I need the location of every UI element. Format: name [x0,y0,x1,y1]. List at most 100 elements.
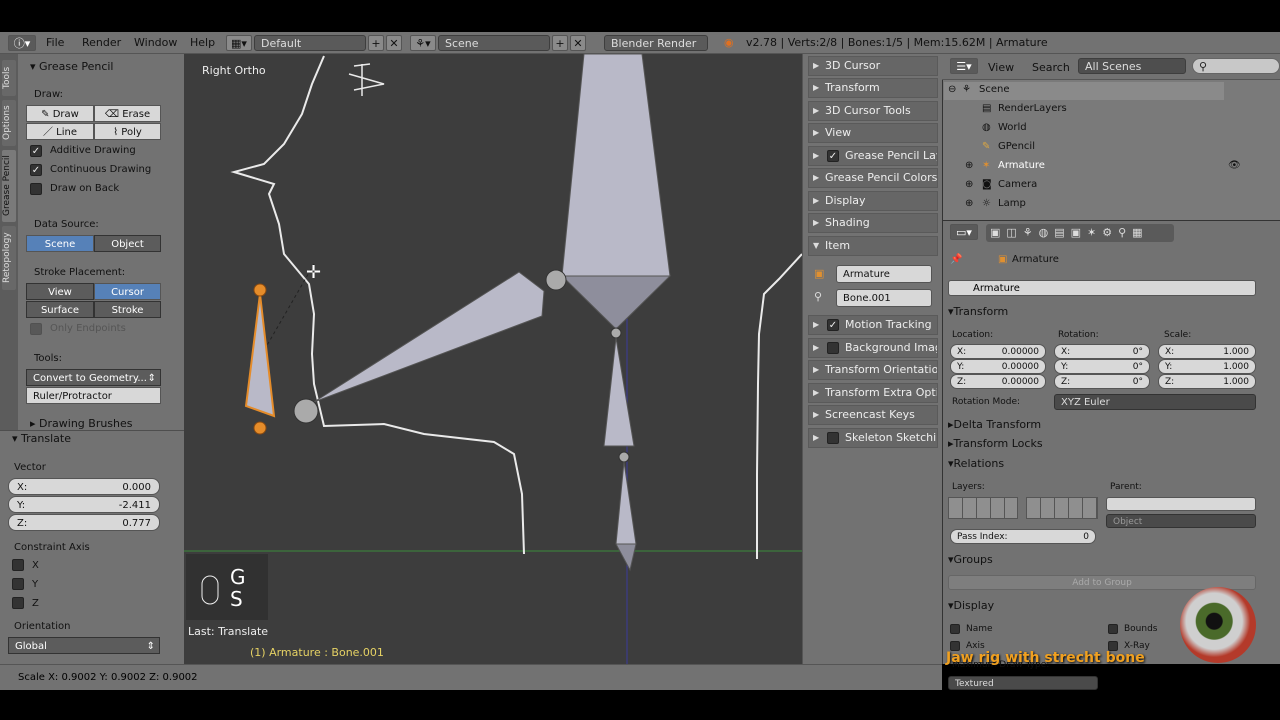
add-scene-icon[interactable]: + [552,35,568,51]
grease-pencil-header[interactable]: ▾ Grease Pencil [30,60,113,73]
rotation-y-field[interactable]: Y: 0° [1054,359,1150,374]
outliner-gpencil-label[interactable]: GPencil [998,141,1035,152]
scale-x-field[interactable]: X: 1.000 [1158,344,1256,359]
npanel-3d-cursor[interactable]: ▶ 3D Cursor [808,56,938,76]
rotation-x-field[interactable]: X: 0° [1054,344,1150,359]
npanel-transform-extra[interactable]: ▶ Transform Extra Options [808,383,938,403]
drawing-brushes-header[interactable]: ▸ Drawing Brushes [30,417,133,430]
npanel-grease-pencil-colors[interactable]: ▶ Grease Pencil Colors [808,168,938,188]
parent-field[interactable] [1106,497,1256,511]
menu-file[interactable]: File [46,34,64,52]
max-draw-type-dropdown[interactable]: Textured [948,676,1098,690]
tab-grease-pencil[interactable]: Grease Pencil [2,150,16,222]
placement-stroke-button[interactable]: Stroke [94,301,161,318]
npanel-screencast-keys[interactable]: ▶ Screencast Keys [808,405,938,425]
ruler-protractor-button[interactable]: Ruler/Protractor [26,387,161,404]
name-checkbox[interactable] [950,624,960,634]
bone-name-field[interactable]: Bone.001 [836,289,932,307]
line-button[interactable]: ／ Line [26,123,94,140]
expand-icon[interactable]: ⊕ [965,160,973,171]
rotation-mode-dropdown[interactable]: XYZ Euler [1054,394,1256,410]
transform-locks-header[interactable]: ▸Transform Locks [948,437,1260,454]
npanel-grease-pencil-layers[interactable]: ▶ ✓ Grease Pencil Lay [808,146,938,166]
vector-x-field[interactable]: X: 0.000 [8,478,160,495]
npanel-transform[interactable]: ▶ Transform [808,78,938,98]
groups-header[interactable]: ▾Groups [948,553,1260,570]
tab-tools[interactable]: Tools [2,60,16,96]
scale-y-field[interactable]: Y: 1.000 [1158,359,1256,374]
npanel-item[interactable]: ▼ Item [808,236,938,256]
properties-context-tabs[interactable]: ▣◫⚘◍▤▣✶⚙⚲▦ [986,224,1174,242]
scale-z-field[interactable]: Z: 1.000 [1158,374,1256,389]
npanel-transform-orientation[interactable]: ▶ Transform Orientation [808,360,938,380]
add-screen-icon[interactable]: + [368,35,384,51]
outliner-filter-dropdown[interactable]: All Scenes [1078,58,1186,74]
convert-geometry-dropdown[interactable]: Convert to Geometry... ⇕ [26,369,161,386]
expand-icon[interactable]: ⊕ [965,198,973,209]
npanel-display[interactable]: ▶ Display [808,191,938,211]
outliner-lamp-label[interactable]: Lamp [998,198,1026,209]
npanel-background-images[interactable]: ▶ Background Images [808,338,938,358]
expand-icon[interactable]: ⊖ [948,84,956,95]
armature-name-field[interactable]: Armature [836,265,932,283]
draw-button[interactable]: ✎ Draw [26,105,94,122]
relations-header[interactable]: ▾Relations [948,457,1260,474]
grease-layers-checkbox[interactable]: ✓ [827,150,839,162]
tab-options[interactable]: Options [2,100,16,146]
vector-z-field[interactable]: Z: 0.777 [8,514,160,531]
constraint-z-checkbox[interactable] [12,597,24,609]
location-y-field[interactable]: Y: 0.00000 [950,359,1046,374]
location-z-field[interactable]: Z: 0.00000 [950,374,1046,389]
translate-header[interactable]: ▾ Translate [12,432,71,445]
background-images-checkbox[interactable] [827,342,839,354]
scene-icon[interactable]: ⚘▾ [410,35,436,51]
skeleton-sketching-checkbox[interactable] [827,432,839,444]
menu-window[interactable]: Window [134,34,177,52]
vector-y-field[interactable]: Y: -2.411 [8,496,160,513]
render-engine-dropdown[interactable]: Blender Render [604,35,708,51]
properties-editor-icon[interactable]: ▭▾ [950,224,978,240]
transform-panel-header[interactable]: ▾Transform [948,305,1260,322]
rotation-z-field[interactable]: Z: 0° [1054,374,1150,389]
outliner-search-input[interactable]: ⚲ [1192,58,1280,74]
object-name-field[interactable]: Armature [948,280,1256,296]
visibility-eye-icon[interactable]: 👁 [1228,160,1241,171]
npanel-skeleton-sketching[interactable]: ▶ Skeleton Sketching [808,428,938,448]
screen-layout-icon[interactable]: ▦▾ [226,35,252,51]
source-scene-button[interactable]: Scene [26,235,94,252]
location-x-field[interactable]: X: 0.00000 [950,344,1046,359]
motion-tracking-checkbox[interactable]: ✓ [827,319,839,331]
delta-transform-header[interactable]: ▸Delta Transform [948,418,1260,435]
additive-drawing-checkbox[interactable]: ✓ [30,145,42,157]
bounds-checkbox[interactable] [1108,624,1118,634]
npanel-3d-cursor-tools[interactable]: ▶ 3D Cursor Tools [808,101,938,121]
npanel-motion-tracking[interactable]: ▶ ✓ Motion Tracking [808,315,938,335]
outliner-search-menu[interactable]: Search [1032,61,1070,74]
npanel-view[interactable]: ▶ View [808,123,938,143]
menu-render[interactable]: Render [82,34,121,52]
info-editor-icon[interactable]: ⓘ▾ [8,35,36,51]
screen-layout-dropdown[interactable]: Default [254,35,366,51]
npanel-shading[interactable]: ▶ Shading [808,213,938,233]
outliner-editor-icon[interactable]: ☰▾ [950,58,978,74]
constraint-y-checkbox[interactable] [12,578,24,590]
remove-scene-icon[interactable]: ✕ [570,35,586,51]
remove-screen-icon[interactable]: ✕ [386,35,402,51]
orientation-dropdown[interactable]: Global ⇕ [8,637,160,654]
menu-help[interactable]: Help [190,34,215,52]
pass-index-field[interactable]: Pass Index: 0 [950,529,1096,544]
pin-icon[interactable]: 📌 [950,254,962,265]
outliner-camera-label[interactable]: Camera [998,179,1037,190]
tab-retopology[interactable]: Retopology [2,226,16,290]
parent-type-dropdown[interactable]: Object [1106,514,1256,528]
outliner-world-label[interactable]: World [998,122,1027,133]
only-endpoints-checkbox[interactable] [30,323,42,335]
layers-grid-left[interactable] [948,497,1018,519]
placement-cursor-button[interactable]: Cursor [94,283,161,300]
source-object-button[interactable]: Object [94,235,161,252]
poly-button[interactable]: ⌇ Poly [94,123,161,140]
outliner-renderlayers-label[interactable]: RenderLayers [998,103,1067,114]
erase-button[interactable]: ⌫ Erase [94,105,161,122]
outliner-view-menu[interactable]: View [988,61,1014,74]
outliner-armature-label[interactable]: Armature [998,160,1045,171]
